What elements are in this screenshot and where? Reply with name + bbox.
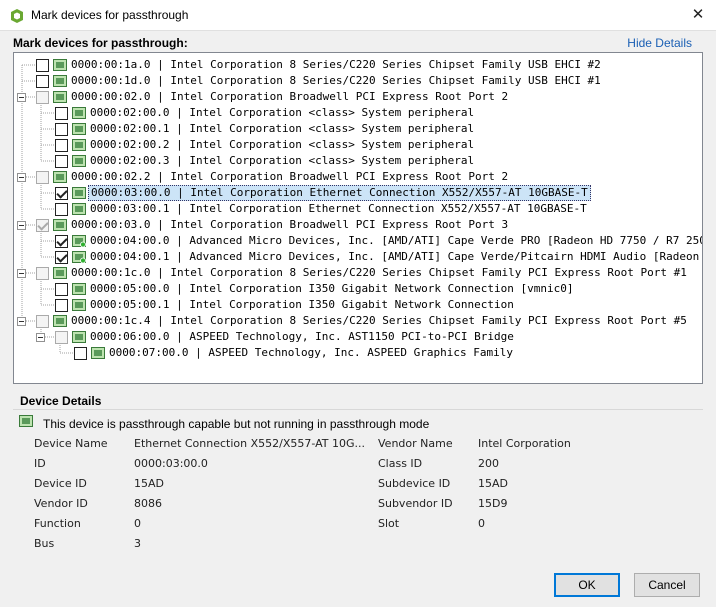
detail-value: 8086 (134, 497, 162, 510)
pci-device-icon (53, 315, 67, 327)
pci-device-icon (53, 171, 67, 183)
device-label[interactable]: 0000:02:00.1 | Intel Corporation <class>… (88, 121, 476, 137)
device-label[interactable]: 0000:05:00.0 | Intel Corporation I350 Gi… (88, 281, 575, 297)
passthrough-checkbox[interactable] (55, 155, 68, 168)
detail-label: Device Name (34, 437, 108, 450)
device-label[interactable]: 0000:00:02.2 | Intel Corporation Broadwe… (69, 169, 510, 185)
title-bar: Mark devices for passthrough ✕ (0, 0, 716, 31)
passthrough-checkbox[interactable] (55, 107, 68, 120)
device-label[interactable]: 0000:03:00.1 | Intel Corporation Etherne… (88, 201, 589, 217)
pci-device-icon (72, 123, 86, 135)
passthrough-checkbox[interactable] (55, 139, 68, 152)
detail-value: 15D9 (478, 497, 508, 510)
passthrough-checkbox[interactable] (55, 283, 68, 296)
passthrough-checkbox[interactable] (36, 91, 49, 104)
detail-value: 0 (478, 517, 485, 530)
section-heading: Mark devices for passthrough: (13, 36, 188, 50)
pci-device-icon (53, 59, 67, 71)
device-label[interactable]: 0000:02:00.2 | Intel Corporation <class>… (88, 137, 476, 153)
passthrough-checkbox[interactable] (36, 267, 49, 280)
pci-device-icon (53, 267, 67, 279)
device-label[interactable]: 0000:00:1a.0 | Intel Corporation 8 Serie… (69, 57, 603, 73)
pci-device-icon (91, 347, 105, 359)
pci-device-icon (53, 91, 67, 103)
device-label[interactable]: 0000:04:00.1 | Advanced Micro Devices, I… (88, 249, 702, 265)
detail-value: 200 (478, 457, 499, 470)
collapse-toggle-icon[interactable] (17, 221, 26, 230)
pci-device-icon (72, 299, 86, 311)
pci-device-icon (72, 139, 86, 151)
device-tree[interactable]: 0000:00:1a.0 | Intel Corporation 8 Serie… (13, 52, 703, 384)
pci-device-icon (72, 235, 86, 247)
device-label[interactable]: 0000:02:00.3 | Intel Corporation <class>… (88, 153, 476, 169)
ok-button[interactable]: OK (554, 573, 620, 597)
detail-label: Vendor Name (378, 437, 453, 450)
pci-device-icon (72, 331, 86, 343)
collapse-toggle-icon[interactable] (17, 269, 26, 278)
detail-value: Ethernet Connection X552/X557-AT 10G... (134, 437, 366, 450)
device-label[interactable]: 0000:00:1c.4 | Intel Corporation 8 Serie… (69, 313, 689, 329)
collapse-toggle-icon[interactable] (17, 173, 26, 182)
pci-device-icon (53, 75, 67, 87)
detail-label: Subvendor ID (378, 497, 453, 510)
device-label[interactable]: 0000:07:00.0 | ASPEED Technology, Inc. A… (107, 345, 515, 361)
detail-label: Function (34, 517, 81, 530)
device-label[interactable]: 0000:00:02.0 | Intel Corporation Broadwe… (69, 89, 510, 105)
passthrough-checkbox[interactable] (55, 187, 68, 200)
cancel-button[interactable]: Cancel (634, 573, 700, 597)
collapse-toggle-icon[interactable] (17, 317, 26, 326)
pci-device-icon (72, 283, 86, 295)
pci-device-icon (53, 219, 67, 231)
device-label[interactable]: 0000:00:03.0 | Intel Corporation Broadwe… (69, 217, 510, 233)
passthrough-checkbox[interactable] (55, 123, 68, 136)
device-label[interactable]: 0000:03:00.0 | Intel Corporation Etherne… (88, 185, 591, 201)
collapse-toggle-icon[interactable] (17, 93, 26, 102)
passthrough-checkbox[interactable] (36, 75, 49, 88)
detail-value: 0 (134, 517, 141, 530)
device-label[interactable]: 0000:06:00.0 | ASPEED Technology, Inc. A… (88, 329, 516, 345)
collapse-toggle-icon[interactable] (36, 333, 45, 342)
passthrough-checkbox[interactable] (74, 347, 87, 360)
vsphere-app-icon (11, 9, 23, 23)
detail-label: ID (34, 457, 46, 470)
pci-device-icon (72, 107, 86, 119)
pci-device-icon (72, 155, 86, 167)
passthrough-status: This device is passthrough capable but n… (43, 417, 430, 431)
detail-value: 0000:03:00.0 (134, 457, 208, 470)
detail-label: Device ID (34, 477, 87, 490)
pci-device-icon (19, 415, 33, 427)
passthrough-checkbox[interactable] (36, 59, 49, 72)
detail-label: Slot (378, 517, 400, 530)
detail-value: 15AD (478, 477, 508, 490)
passthrough-checkbox[interactable] (55, 331, 68, 344)
passthrough-checkbox[interactable] (55, 251, 68, 264)
detail-label: Vendor ID (34, 497, 88, 510)
passthrough-checkbox[interactable] (36, 219, 49, 232)
window-title: Mark devices for passthrough (31, 8, 189, 22)
passthrough-checkbox[interactable] (36, 171, 49, 184)
pci-device-icon (72, 203, 86, 215)
pci-device-icon (72, 187, 86, 199)
passthrough-checkbox[interactable] (55, 235, 68, 248)
pci-device-icon (72, 251, 86, 263)
detail-label: Bus (34, 537, 55, 550)
close-icon[interactable]: ✕ (688, 5, 708, 25)
detail-value: 3 (134, 537, 141, 550)
details-divider (13, 409, 703, 410)
passthrough-checkbox[interactable] (36, 315, 49, 328)
detail-value: Intel Corporation (478, 437, 571, 450)
detail-label: Subdevice ID (378, 477, 451, 490)
device-label[interactable]: 0000:02:00.0 | Intel Corporation <class>… (88, 105, 476, 121)
hide-details-link[interactable]: Hide Details (627, 36, 692, 50)
detail-value: 15AD (134, 477, 164, 490)
device-label[interactable]: 0000:00:1d.0 | Intel Corporation 8 Serie… (69, 73, 603, 89)
device-label[interactable]: 0000:04:00.0 | Advanced Micro Devices, I… (88, 233, 702, 249)
passthrough-checkbox[interactable] (55, 299, 68, 312)
device-label[interactable]: 0000:00:1c.0 | Intel Corporation 8 Serie… (69, 265, 689, 281)
device-details-heading: Device Details (20, 394, 102, 408)
passthrough-checkbox[interactable] (55, 203, 68, 216)
detail-label: Class ID (378, 457, 423, 470)
device-label[interactable]: 0000:05:00.1 | Intel Corporation I350 Gi… (88, 297, 516, 313)
